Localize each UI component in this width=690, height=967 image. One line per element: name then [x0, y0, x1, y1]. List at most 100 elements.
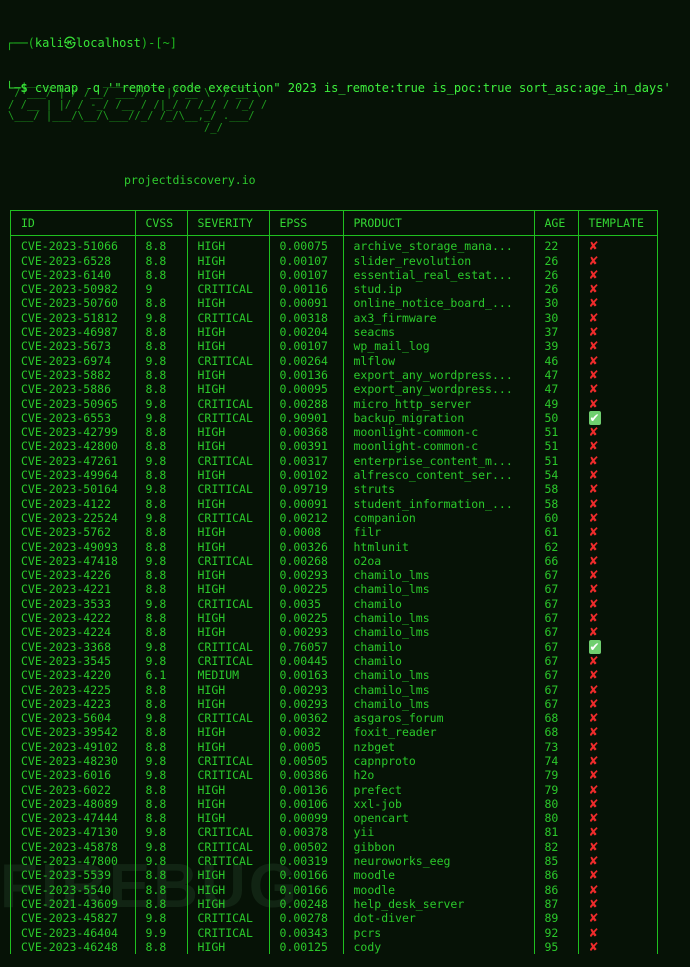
cell-id: CVE-2023-47130 [11, 825, 136, 840]
cell-age: 51 [534, 453, 579, 469]
cell-severity: CRITICAL [187, 410, 270, 426]
cell-template: ✘ [578, 654, 657, 668]
cell-cvss: 9.8 [135, 453, 188, 469]
table-row: CVE-2023-46248 8.8 HIGH 0.00125 cody 95 ✘ [11, 939, 657, 955]
cell-product: ax3_firmware [343, 310, 535, 326]
table-row: CVE-2023-4222 8.8 HIGH 0.00225 chamilo_lms 67… [11, 611, 657, 626]
table-row: CVE-2023-49093 8.8 HIGH 0.00326 htmlunit 62 ✘ [11, 539, 657, 554]
cell-severity: CRITICAL [187, 854, 270, 869]
cell-severity: CRITICAL [187, 639, 270, 654]
prompt-user: kali [34, 36, 64, 50]
column-header-template[interactable]: TEMPLATE [578, 211, 657, 237]
cell-template: ✘ [578, 468, 657, 482]
cell-id: CVE-2023-5673 [11, 339, 136, 354]
cell-product: moodle [343, 882, 535, 897]
cell-product: moonlight-common-c [343, 425, 535, 440]
column-header-id[interactable]: ID [11, 211, 136, 237]
cell-product: xxl-job [343, 796, 535, 812]
cell-product: chamilo [343, 639, 535, 654]
column-header-severity[interactable]: SEVERITY [187, 211, 270, 237]
cell-id: CVE-2023-47444 [11, 811, 136, 826]
cell-template: ✘ [578, 597, 657, 611]
cross-mark-icon: ✘ [588, 468, 599, 483]
cell-id: CVE-2023-46987 [11, 325, 136, 340]
cell-severity: HIGH [187, 235, 270, 254]
cell-severity: CRITICAL [187, 768, 270, 783]
cell-epss: 0.00099 [269, 811, 344, 826]
cell-severity: CRITICAL [187, 553, 270, 569]
cell-age: 95 [534, 939, 579, 955]
cell-age: 92 [534, 925, 579, 940]
cell-age: 62 [534, 539, 579, 554]
table-body: CVE-2023-51066 8.8 HIGH 0.00075 archive_stor… [11, 235, 657, 955]
cell-cvss: 9.8 [135, 410, 188, 426]
check-mark-icon: ✔ [588, 410, 601, 425]
cell-product: alfresco_content_ser... [343, 468, 535, 483]
cell-product: neuroworks_eeg [343, 854, 535, 869]
cell-id: CVE-2023-42800 [11, 439, 136, 454]
cell-template: ✘ [578, 236, 657, 254]
column-header-epss[interactable]: EPSS [269, 211, 344, 237]
cell-severity: CRITICAL [187, 453, 270, 469]
cell-cvss: 8.8 [135, 868, 188, 883]
cell-epss: 0.0035 [269, 596, 344, 612]
cross-mark-icon: ✘ [588, 296, 599, 311]
cell-age: 30 [534, 296, 579, 311]
cell-age: 67 [534, 639, 579, 654]
cell-epss: 0.00136 [269, 782, 344, 797]
cross-mark-icon: ✘ [588, 596, 599, 611]
cell-id: CVE-2023-47800 [11, 854, 136, 869]
table-row: CVE-2023-4223 8.8 HIGH 0.00293 chamilo_lms 67… [11, 696, 657, 712]
table-row: CVE-2023-5762 8.8 HIGH 0.0008 filr 61 ✘ [11, 525, 657, 540]
cell-template: ✘ [578, 926, 657, 940]
cell-severity: CRITICAL [187, 282, 270, 297]
cell-epss: 0.00293 [269, 568, 344, 583]
cell-severity: HIGH [187, 611, 270, 626]
cell-product: moodle [343, 868, 535, 883]
cell-epss: 0.00268 [269, 553, 344, 569]
cell-template: ✔ [578, 639, 657, 654]
cell-template: ✘ [578, 683, 657, 697]
cell-age: 49 [534, 396, 579, 411]
cell-epss: 0.00378 [269, 825, 344, 840]
cell-age: 68 [534, 711, 579, 726]
cell-product: essential_real_estat... [343, 267, 535, 283]
cell-cvss: 9.8 [135, 653, 188, 669]
table-row: CVE-2023-46404 9.9 CRITICAL 0.00343 pcrs 92 ✘ [11, 925, 657, 940]
cell-cvss: 9.8 [135, 596, 188, 612]
cell-cvss: 8.8 [135, 339, 188, 354]
table-row: CVE-2023-49102 8.8 HIGH 0.0005 nzbget 73 ✘ [11, 739, 657, 754]
cell-epss: 0.00317 [269, 453, 344, 469]
cell-cvss: 9.8 [135, 482, 188, 497]
cell-severity: HIGH [187, 439, 270, 454]
cell-id: CVE-2023-4226 [11, 568, 136, 583]
cell-severity: HIGH [187, 382, 270, 397]
cell-cvss: 8.8 [135, 525, 188, 540]
table-row: CVE-2023-45827 9.8 CRITICAL 0.00278 dot-dive… [11, 911, 657, 926]
cell-cvss: 8.8 [135, 468, 188, 483]
table-row: CVE-2023-6016 9.8 CRITICAL 0.00386 h2o 79 ✘ [11, 768, 657, 783]
cell-epss: 0.00368 [269, 425, 344, 440]
cell-product: micro_http_server [343, 396, 535, 411]
column-header-product[interactable]: PRODUCT [343, 211, 535, 237]
cross-mark-icon: ✘ [588, 539, 599, 554]
cell-product: htmlunit [343, 539, 535, 554]
cell-severity: HIGH [187, 811, 270, 826]
cross-mark-icon: ✘ [588, 782, 599, 797]
cell-severity: CRITICAL [187, 825, 270, 840]
cell-id: CVE-2023-6140 [11, 267, 136, 283]
cell-product: nzbget [343, 739, 535, 754]
cross-mark-icon: ✘ [588, 425, 599, 440]
table-row: CVE-2023-45878 9.8 CRITICAL 0.00502 gibbon 82… [11, 839, 657, 855]
cell-epss: 0.00091 [269, 296, 344, 311]
cell-severity: HIGH [187, 582, 270, 597]
table-row: CVE-2023-46987 8.8 HIGH 0.00204 seacms 37 ✘ [11, 325, 657, 340]
cell-cvss: 8.8 [135, 625, 188, 640]
cross-mark-icon: ✘ [588, 253, 599, 268]
column-header-cvss[interactable]: CVSS [135, 211, 188, 237]
column-header-age[interactable]: AGE [534, 211, 579, 237]
cell-cvss: 9.9 [135, 925, 188, 940]
cell-template: ✘ [578, 282, 657, 296]
cell-template: ✘ [578, 568, 657, 582]
prompt-host: localhost [75, 36, 141, 50]
